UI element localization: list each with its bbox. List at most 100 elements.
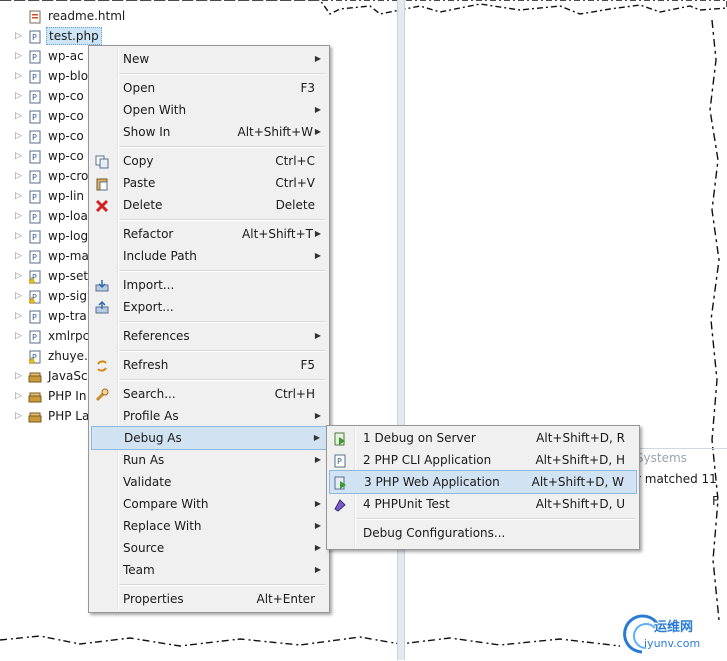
menu-item-label: Show In — [123, 125, 171, 139]
menu-item-label: 4 PHPUnit Test — [363, 497, 450, 511]
expand-twisty-icon[interactable]: ▷ — [15, 186, 25, 206]
menu-item-replace-with[interactable]: Replace With ▶ — [91, 515, 327, 537]
menu-item-label: Refresh — [123, 358, 169, 372]
svg-text:P: P — [32, 193, 37, 202]
tree-item-label: readme.html — [48, 9, 126, 23]
menu-item-refactor[interactable]: Refactor Alt+Shift+T ▶ — [91, 223, 327, 245]
expand-twisty-icon[interactable]: ▷ — [15, 206, 25, 226]
menu-item-label: Open With — [123, 103, 187, 117]
menu-item-open-with[interactable]: Open With ▶ — [91, 99, 327, 121]
menu-item-references[interactable]: References ▶ — [91, 325, 327, 347]
menu-separator — [357, 518, 635, 520]
expand-twisty-icon[interactable]: ▷ — [15, 386, 25, 406]
menu-item-properties[interactable]: Properties Alt+Enter — [91, 588, 327, 610]
menu-item-label: Search... — [123, 387, 176, 401]
menu-item-open[interactable]: Open F3 — [91, 77, 327, 99]
menu-item-debug-configurations[interactable]: Debug Configurations... — [329, 522, 637, 544]
expand-twisty-icon[interactable]: ▷ — [15, 286, 25, 306]
menu-item-run-as[interactable]: Run As ▶ — [91, 449, 327, 471]
menu-item-label: Debug Configurations... — [363, 526, 506, 540]
submenu-arrow-icon: ▶ — [314, 251, 321, 260]
menu-item-import[interactable]: Import... — [91, 274, 327, 296]
expand-twisty-icon[interactable]: ▷ — [15, 146, 25, 166]
expand-twisty-icon[interactable]: ▷ — [15, 66, 25, 86]
menu-item-source[interactable]: Source ▶ — [91, 537, 327, 559]
submenu-arrow-icon: ▶ — [314, 455, 321, 464]
tree-item-label: wp-co — [48, 109, 84, 123]
tree-item-label: JavaSc — [48, 369, 88, 383]
menu-item-label: Compare With — [123, 497, 209, 511]
tree-item-label: wp-lin — [48, 189, 85, 203]
menu-item-show-in[interactable]: Show In Alt+Shift+W ▶ — [91, 121, 327, 143]
expand-twisty-icon[interactable]: ▷ — [15, 26, 25, 46]
expand-twisty-icon[interactable]: ▷ — [15, 306, 25, 326]
menu-item-label: Run As — [123, 453, 165, 467]
library-icon — [28, 390, 42, 403]
expand-twisty-icon[interactable]: ▷ — [15, 126, 25, 146]
menu-item-label: 3 PHP Web Application — [364, 475, 500, 489]
submenu-arrow-icon: ▶ — [314, 105, 321, 114]
expand-twisty-icon[interactable]: ▷ — [15, 406, 25, 426]
submenu-arrow-icon: ▶ — [314, 521, 321, 530]
tree-item-label: wp-blo — [48, 69, 89, 83]
menu-item-shortcut: Alt+Shift+D, H — [535, 453, 625, 467]
menu-item-label: Open — [123, 81, 156, 95]
expand-twisty-icon[interactable]: ▷ — [15, 246, 25, 266]
php-file-icon: P — [28, 50, 41, 64]
php-file-icon: P — [28, 90, 41, 104]
menu-item-include-path[interactable]: Include Path ▶ — [91, 245, 327, 267]
menu-item-label: Refactor — [123, 227, 174, 241]
menu-separator — [119, 73, 325, 75]
svg-text:P: P — [337, 457, 342, 466]
context-menu: New ▶ Open F3 Open With ▶ Show In Alt+Shift+W ▶ C… — [88, 45, 330, 613]
menu-item-1-debug-on-server[interactable]: 1 Debug on Server Alt+Shift+D, R — [329, 427, 637, 449]
expand-twisty-icon[interactable]: ▷ — [15, 366, 25, 386]
menu-item-3-php-web-application[interactable]: 3 PHP Web Application Alt+Shift+D, W — [329, 470, 637, 494]
menu-item-label: Include Path — [123, 249, 197, 263]
menu-item-compare-with[interactable]: Compare With ▶ — [91, 493, 327, 515]
menu-item-validate[interactable]: Validate — [91, 471, 327, 493]
menu-item-new[interactable]: New ▶ — [91, 48, 327, 70]
submenu-arrow-icon: ▶ — [314, 411, 321, 420]
menu-item-paste[interactable]: Paste Ctrl+V — [91, 172, 327, 194]
php-warning-file-icon: P — [28, 290, 41, 304]
menu-separator — [119, 321, 325, 323]
menu-separator — [119, 350, 325, 352]
menu-item-2-php-cli-application[interactable]: P 2 PHP CLI Application Alt+Shift+D, H — [329, 449, 637, 471]
menu-item-4-phpunit-test[interactable]: 4 PHPUnit Test Alt+Shift+D, U — [329, 493, 637, 515]
menu-item-export[interactable]: Export... — [91, 296, 327, 318]
svg-text:P: P — [32, 233, 37, 242]
expand-twisty-icon[interactable]: ▷ — [15, 326, 25, 346]
php-file-icon: P — [28, 330, 41, 344]
menu-item-shortcut: Delete — [275, 198, 315, 212]
html-file-icon — [28, 10, 41, 24]
menu-item-profile-as[interactable]: Profile As ▶ — [91, 405, 327, 427]
expand-twisty-icon[interactable]: ▷ — [15, 86, 25, 106]
menu-item-team[interactable]: Team ▶ — [91, 559, 327, 581]
expand-twisty-icon[interactable]: ▷ — [15, 166, 25, 186]
php-file-icon: P — [28, 170, 41, 184]
menu-item-label: Paste — [123, 176, 156, 190]
menu-item-search[interactable]: Search... Ctrl+H — [91, 383, 327, 405]
menu-item-delete[interactable]: Delete Delete — [91, 194, 327, 216]
php-file-icon: P — [28, 150, 41, 164]
tree-item-label: wp-cro — [48, 169, 89, 183]
php-file-icon: P — [28, 210, 41, 224]
expand-twisty-icon[interactable]: ▷ — [15, 106, 25, 126]
svg-text:P: P — [32, 173, 37, 182]
expand-twisty-icon[interactable]: ▷ — [15, 46, 25, 66]
menu-item-refresh[interactable]: Refresh F5 — [91, 354, 327, 376]
tree-item-label: PHP La — [48, 409, 90, 423]
php-file-icon: P — [28, 110, 41, 124]
watermark-text: 运维网 — [654, 620, 694, 635]
menu-item-shortcut: Ctrl+H — [274, 387, 315, 401]
tree-item-label: wp-ma — [48, 249, 89, 263]
expand-twisty-icon[interactable]: ▷ — [15, 226, 25, 246]
menu-item-shortcut: Alt+Shift+D, W — [531, 475, 624, 489]
menu-item-copy[interactable]: Copy Ctrl+C — [91, 150, 327, 172]
tree-item-label: wp-co — [48, 149, 84, 163]
tree-item-label: zhuye. — [48, 349, 88, 363]
menu-item-debug-as[interactable]: Debug As ▶ — [91, 426, 327, 450]
expand-twisty-icon[interactable]: ▷ — [15, 266, 25, 286]
php-file-icon: P — [28, 250, 41, 264]
